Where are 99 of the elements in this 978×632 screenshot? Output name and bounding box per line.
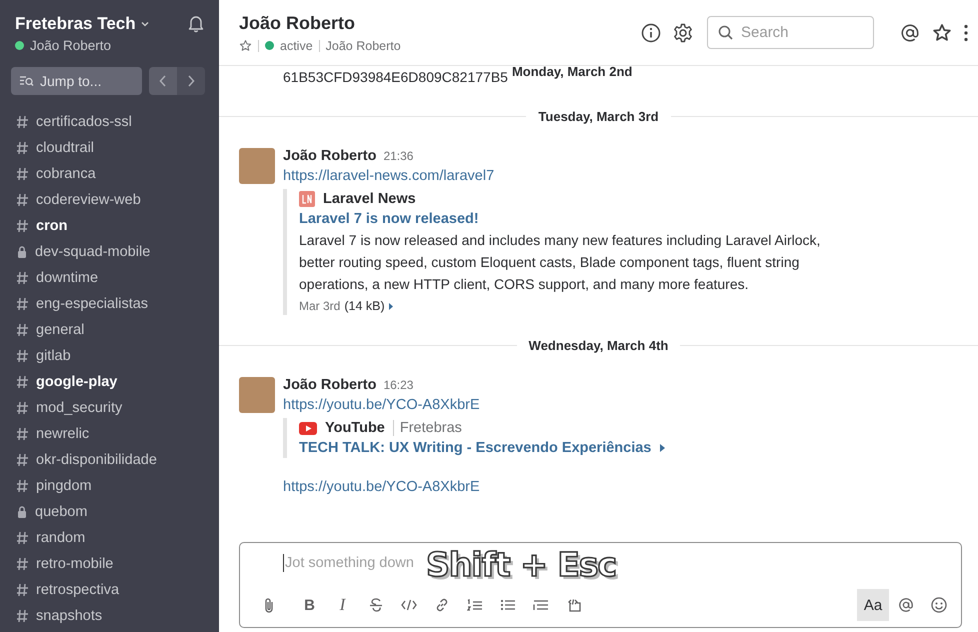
channel-item[interactable]: retro-mobile <box>0 551 219 577</box>
at-sign-icon <box>898 597 914 613</box>
attachment-date: Mar 3rd <box>299 299 340 313</box>
channel-item[interactable]: dev-squad-mobile <box>0 239 219 265</box>
hash-icon <box>16 167 29 181</box>
hash-icon <box>16 349 29 363</box>
hash-icon <box>16 271 29 285</box>
forward-button[interactable] <box>177 67 205 95</box>
channel-item[interactable]: snapshots <box>0 603 219 629</box>
caret-icon <box>140 21 149 27</box>
code-icon <box>400 599 416 611</box>
message-link[interactable]: https://laravel-news.com/laravel7 <box>283 168 859 184</box>
lock-icon <box>16 505 28 519</box>
channel-item[interactable]: pingdom <box>0 473 219 499</box>
channel-item[interactable]: general <box>0 317 219 343</box>
user-name: João Roberto <box>30 38 112 53</box>
paperclip-icon <box>262 597 274 613</box>
blockquote-icon <box>532 599 548 611</box>
search-icon <box>718 25 733 40</box>
hash-icon <box>16 453 29 467</box>
hash-icon <box>16 583 29 597</box>
hash-icon <box>16 193 29 207</box>
play-button-icon <box>299 422 317 434</box>
bell-icon <box>187 14 205 33</box>
settings-button[interactable] <box>673 22 693 42</box>
bold-button[interactable]: B <box>293 590 326 620</box>
source-name: Fretebras <box>392 420 462 436</box>
hash-icon <box>16 401 29 415</box>
starred-items-button[interactable] <box>932 23 952 42</box>
channel-item[interactable]: cloudtrail <box>0 135 219 161</box>
lock-icon <box>16 245 28 259</box>
keystroke-overlay: Shift + Esc <box>426 545 616 584</box>
channel-item[interactable]: random <box>0 525 219 551</box>
triangle-right-icon <box>388 302 393 310</box>
smiley-icon <box>930 597 946 613</box>
hash-icon <box>16 531 29 545</box>
timestamp[interactable]: 16:23 <box>383 378 414 392</box>
conversation-title: João Roberto <box>239 12 356 34</box>
channel-item[interactable]: cron <box>0 213 219 239</box>
at-sign-icon <box>900 22 920 42</box>
kebab-menu-icon <box>964 24 968 42</box>
message-link[interactable]: https://youtu.be/YCO-A8XkbrE <box>283 397 859 413</box>
strikethrough-icon <box>368 598 382 612</box>
jump-to-button[interactable]: Jump to... <box>11 67 142 95</box>
hash-icon <box>16 479 29 493</box>
channel-item[interactable]: google-play <box>0 369 219 395</box>
hash-icon <box>16 557 29 571</box>
channel-item[interactable]: quebom <box>0 499 219 525</box>
workspace-name[interactable]: Fretebras Tech <box>15 14 136 34</box>
link-icon <box>434 597 450 613</box>
hash-icon <box>16 219 29 233</box>
date-divider: Tuesday, March 3rd <box>537 108 660 124</box>
code-block-icon <box>566 598 582 612</box>
date-divider: Wednesday, March 4th <box>528 338 670 352</box>
info-button[interactable] <box>641 22 661 42</box>
chevron-left-icon <box>159 75 167 87</box>
star-icon <box>932 23 952 42</box>
italic-button[interactable]: I <box>326 590 359 620</box>
attachment-title[interactable]: TECH TALK: UX Writing - Escrevendo Experiências <box>299 440 652 456</box>
attachment-text: Laravel 7 is now released and includes many new features including Laravel Airlock, better routing speed, custom Eloquent casts, Blade component tags, fluent string operations, a new HTTP client, CORS support, and many more features. <box>299 231 822 294</box>
hash-icon <box>16 609 29 623</box>
search-icon <box>19 75 34 87</box>
info-icon <box>641 22 661 42</box>
status-text: active <box>280 38 313 52</box>
channel-item[interactable]: gitlab <box>0 343 219 369</box>
channel-item[interactable]: mod_security <box>0 395 219 421</box>
channel-item[interactable]: codereview-web <box>0 187 219 213</box>
bulleted-list-icon <box>500 599 516 611</box>
attachment-title[interactable]: Laravel 7 is now released! <box>299 211 479 227</box>
channel-item[interactable]: certificados-ssl <box>0 109 219 135</box>
channel-item[interactable]: cobranca <box>0 161 219 187</box>
hash-icon <box>16 375 29 389</box>
more-button[interactable] <box>964 24 968 42</box>
channel-item[interactable]: downtime <box>0 265 219 291</box>
mentions-button[interactable] <box>900 22 920 42</box>
site-logo-icon <box>299 191 315 207</box>
channel-item[interactable]: retrospectiva <box>0 577 219 603</box>
author-name[interactable]: João Roberto <box>283 377 376 393</box>
file-size: (14 kB) <box>344 299 385 313</box>
hash-icon <box>16 427 29 441</box>
channel-item[interactable]: eng-especialistas <box>0 291 219 317</box>
hash-icon <box>16 323 29 337</box>
chevron-right-icon <box>187 75 195 87</box>
full-name: João Roberto <box>326 38 401 52</box>
message-link[interactable]: https://youtu.be/YCO-A8XkbrE <box>283 479 480 495</box>
service-name: Laravel News <box>323 191 416 207</box>
formatting-toggle[interactable]: Aa <box>857 589 889 621</box>
channel-item[interactable]: okr-disponibilidade <box>0 447 219 473</box>
hash-icon <box>16 115 29 129</box>
timestamp[interactable]: 21:36 <box>383 149 414 163</box>
message-text: 61B53CFD93984E6D809C82177B5 <box>283 69 508 85</box>
triangle-right-icon <box>660 444 666 452</box>
settings-icon <box>673 22 693 42</box>
hash-icon <box>16 297 29 311</box>
channel-item[interactable]: newrelic <box>0 421 219 447</box>
numbered-list-icon <box>466 599 482 611</box>
hash-icon <box>16 141 29 155</box>
author-name[interactable]: João Roberto <box>283 148 376 164</box>
service-name: YouTube <box>325 420 385 436</box>
